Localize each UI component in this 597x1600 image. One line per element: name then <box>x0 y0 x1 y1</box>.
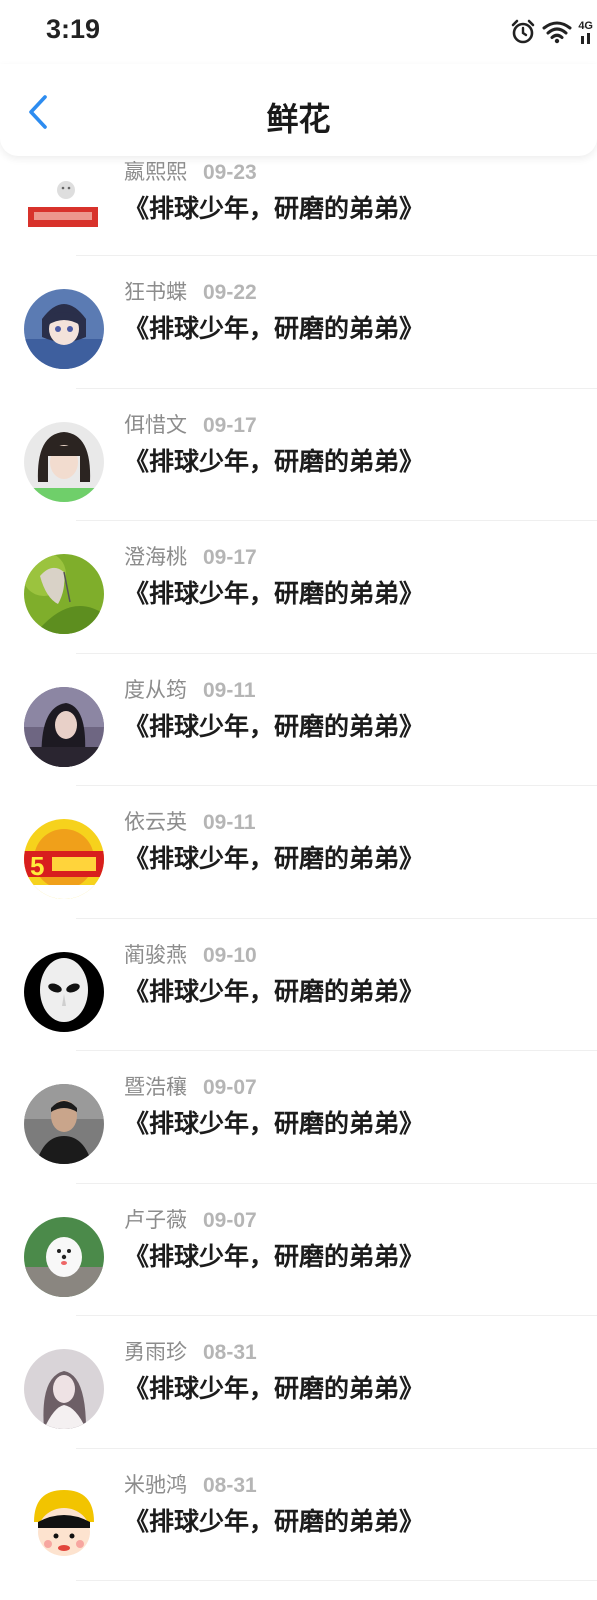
list-item[interactable]: 蔺骏燕 09-10 《排球少年，研磨的弟弟》 <box>0 919 597 1051</box>
network-type-label: 4G <box>578 19 593 32</box>
sender-name: 佴惜文 <box>124 412 187 437</box>
list-item[interactable]: 澄海桃 09-17 《排球少年，研磨的弟弟》 <box>0 521 597 654</box>
sender-meta: 狂书蝶 09-22 <box>124 276 257 306</box>
sender-meta: 暨浩穰 09-07 <box>124 1071 257 1101</box>
list-item[interactable]: 狂书蝶 09-22 《排球少年，研磨的弟弟》 <box>0 256 597 389</box>
avatar <box>24 1349 104 1429</box>
sender-name: 嬴熙熙 <box>124 160 187 184</box>
send-date: 09-07 <box>203 1208 257 1232</box>
status-time: 3:19 <box>46 14 101 44</box>
book-title: 《排球少年，研磨的弟弟》 <box>124 976 425 1006</box>
avatar <box>24 1481 104 1562</box>
list-item[interactable]: 卢子薇 09-07 《排球少年，研磨的弟弟》 <box>0 1184 597 1316</box>
sender-name: 卢子薇 <box>124 1207 187 1232</box>
sender-meta: 佴惜文 09-17 <box>124 409 257 439</box>
sender-meta: 米驰鸿 08-31 <box>124 1469 257 1499</box>
book-title: 《排球少年，研磨的弟弟》 <box>124 446 425 476</box>
send-date: 09-22 <box>203 281 257 304</box>
svg-text:5: 5 <box>30 851 44 881</box>
list-item[interactable]: 米驰鸿 08-31 《排球少年，研磨的弟弟》 <box>0 1449 597 1581</box>
book-title: 《排球少年，研磨的弟弟》 <box>124 844 425 873</box>
sender-meta: 卢子薇 09-07 <box>124 1204 257 1234</box>
status-bar: 3:19 4G <box>0 0 597 64</box>
sender-name: 勇雨珍 <box>124 1340 187 1364</box>
nav-header: 鲜花 <box>0 64 597 156</box>
avatar <box>24 1216 104 1297</box>
book-title: 《排球少年，研磨的弟弟》 <box>124 579 425 608</box>
send-date: 08-31 <box>203 1341 257 1364</box>
send-date: 08-31 <box>203 1473 257 1497</box>
book-title: 《排球少年，研磨的弟弟》 <box>124 711 425 741</box>
send-date: 09-17 <box>203 413 257 437</box>
list-item[interactable]: 5 依云英 09-11 《排球少年，研磨的弟弟》 <box>0 786 597 919</box>
sender-name: 蔺骏燕 <box>124 942 187 967</box>
avatar <box>24 686 104 767</box>
sender-meta: 勇雨珍 08-31 <box>124 1336 257 1366</box>
sender-name: 狂书蝶 <box>124 280 187 304</box>
avatar <box>24 951 104 1032</box>
avatar <box>24 554 104 634</box>
sender-name: 依云英 <box>124 810 187 834</box>
sender-meta: 蔺骏燕 09-10 <box>124 939 257 969</box>
wifi-icon <box>542 20 572 44</box>
book-title: 《排球少年，研磨的弟弟》 <box>124 1109 425 1138</box>
avatar <box>24 421 104 502</box>
avatar <box>24 1084 104 1164</box>
sender-name: 暨浩穰 <box>124 1075 187 1099</box>
sender-meta: 度从筠 09-11 <box>124 674 256 704</box>
book-title: 《排球少年，研磨的弟弟》 <box>124 1374 425 1403</box>
send-date: 09-23 <box>203 161 257 184</box>
send-date: 09-17 <box>203 546 257 569</box>
avatar: 5 <box>24 819 104 899</box>
book-title: 《排球少年，研磨的弟弟》 <box>124 1241 425 1271</box>
book-title: 《排球少年，研磨的弟弟》 <box>124 1506 425 1536</box>
avatar <box>24 289 104 369</box>
status-icons: 4G <box>510 17 593 47</box>
send-date: 09-07 <box>203 1076 257 1099</box>
book-title: 《排球少年，研磨的弟弟》 <box>124 194 425 223</box>
divider <box>76 1580 597 1581</box>
list-item[interactable]: 勇雨珍 08-31 《排球少年，研磨的弟弟》 <box>0 1316 597 1449</box>
signal-icon <box>580 32 590 44</box>
book-title: 《排球少年，研磨的弟弟》 <box>124 314 425 343</box>
send-date: 09-11 <box>203 678 256 702</box>
flower-list: 嬴熙熙 09-23 《排球少年，研磨的弟弟》 狂书蝶 09-22 《排球少年，研磨的… <box>0 156 597 1581</box>
alarm-icon <box>510 19 536 45</box>
list-item[interactable]: 嬴熙熙 09-23 《排球少年，研磨的弟弟》 <box>0 156 597 256</box>
sender-name: 米驰鸿 <box>124 1472 187 1497</box>
page-title: 鲜花 <box>266 100 331 138</box>
sender-name: 澄海桃 <box>124 545 187 569</box>
list-item[interactable]: 佴惜文 09-17 《排球少年，研磨的弟弟》 <box>0 389 597 521</box>
list-item[interactable]: 暨浩穰 09-07 《排球少年，研磨的弟弟》 <box>0 1051 597 1184</box>
sender-meta: 澄海桃 09-17 <box>124 541 257 571</box>
sender-meta: 依云英 09-11 <box>124 806 256 836</box>
avatar <box>28 174 98 229</box>
sender-name: 度从筠 <box>124 677 187 702</box>
list-item[interactable]: 度从筠 09-11 《排球少年，研磨的弟弟》 <box>0 654 597 786</box>
send-date: 09-10 <box>203 943 257 967</box>
send-date: 09-11 <box>203 811 256 834</box>
sender-meta: 嬴熙熙 09-23 <box>124 156 257 186</box>
cellular-indicator: 4G <box>578 19 593 44</box>
